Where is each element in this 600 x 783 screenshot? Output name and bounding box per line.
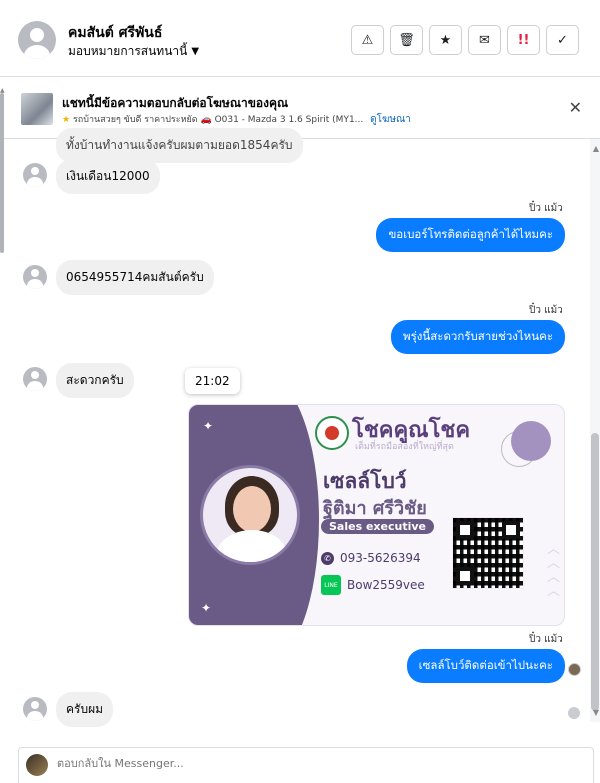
- business-card-image[interactable]: ✦ ✦ โชคคูณโชค เต็มที่รถมือสองที่ใหญ่ที่ส…: [188, 404, 565, 626]
- ad-thumbnail: [21, 93, 53, 125]
- message-bubble-incoming: ทั้งบ้านทำงานแจ้งครับผมตามยอด1854ครับ: [56, 128, 303, 163]
- contact-name[interactable]: คมสันต์ ศรีพันธ์: [68, 22, 162, 44]
- scroll-down-icon[interactable]: ▼: [593, 708, 599, 717]
- priority-icon: !!: [517, 32, 530, 48]
- message-bubble-outgoing: เซลล์โบว์ติดต่อเข้าไปนะคะ: [406, 649, 565, 683]
- scroll-up-icon[interactable]: ▲: [593, 144, 599, 153]
- card-role: Sales executive: [321, 519, 434, 534]
- page-avatar: [26, 754, 48, 776]
- sparkle-icon: ✦: [203, 419, 214, 433]
- header-actions: ⚠ 🗑 ★ ✉ !! ✓: [351, 25, 579, 55]
- card-line-row: LINE Bow2559vee: [321, 575, 425, 595]
- sparkle-icon: ✦: [201, 601, 212, 615]
- caret-down-icon: ▼: [191, 46, 200, 57]
- line-app-icon: LINE: [321, 575, 341, 595]
- message-bubble-outgoing: ขอเบอร์โทรติดต่อลูกค้าได้ไหมคะ: [376, 218, 565, 252]
- mark-done-button[interactable]: ✓: [546, 25, 579, 55]
- seen-avatar: [568, 663, 581, 676]
- ad-banner-subtitle: ★ รถบ้านสวยๆ ขับดี ราคาประหยัด 🚗 O031 - …: [62, 112, 411, 127]
- scrollbar-thumb[interactable]: [591, 433, 599, 711]
- qr-code: [452, 517, 524, 589]
- contact-avatar-small: [23, 367, 47, 391]
- envelope-open-icon: ✉: [479, 32, 490, 48]
- decor-circle: [511, 421, 551, 461]
- chevron-decor-icon: ︿ ︿ ︿ ︿: [546, 542, 560, 599]
- conversation-header: คมสันต์ ศรีพันธ์ มอบหมายการสนทนานี้ ▼ ⚠ …: [0, 0, 600, 77]
- ad-subtitle-text: รถบ้านสวยๆ ขับดี ราคาประหยัด 🚗 O031 - Ma…: [72, 115, 364, 125]
- mark-unread-button[interactable]: ✉: [468, 25, 501, 55]
- delete-button[interactable]: 🗑: [390, 25, 423, 55]
- sender-name: ปิ๋ว แม้ว: [529, 305, 563, 316]
- sender-name: ปิ๋ว แม้ว: [529, 634, 563, 645]
- brand-logo: [315, 416, 349, 450]
- follow-up-button[interactable]: !!: [507, 25, 540, 55]
- contact-avatar[interactable]: [18, 21, 56, 59]
- star-icon: ★: [62, 115, 71, 125]
- assign-conversation-dropdown[interactable]: มอบหมายการสนทนานี้ ▼: [68, 42, 199, 61]
- card-phone: 093-5626394: [340, 551, 421, 565]
- view-ad-link[interactable]: ดูโฆษณา: [370, 114, 411, 125]
- message-bubble-incoming: 0654955714คมสันต์ครับ: [56, 260, 214, 295]
- reply-input[interactable]: [57, 757, 557, 770]
- card-brand-tagline: เต็มที่รถมือสองที่ใหญ่ที่สุด: [355, 442, 454, 452]
- sales-photo: [200, 465, 300, 565]
- assign-label: มอบหมายการสนทนานี้: [68, 44, 188, 58]
- ad-banner-title: แชทนี้มีข้อความตอบกลับต่อโฆษณาของคุณ: [62, 96, 289, 110]
- report-button[interactable]: ⚠: [351, 25, 384, 55]
- contact-avatar-small: [23, 265, 47, 289]
- phone-icon: ✆: [321, 551, 334, 565]
- read-receipt-icon: [568, 707, 580, 719]
- contact-avatar-small: [23, 697, 47, 721]
- contact-avatar-small: [23, 163, 47, 187]
- reply-composer: [18, 747, 594, 783]
- warning-icon: ⚠: [361, 32, 374, 48]
- trash-icon: 🗑: [398, 32, 415, 48]
- close-icon[interactable]: ✕: [569, 98, 582, 117]
- star-button[interactable]: ★: [429, 25, 462, 55]
- message-bubble-outgoing: พรุ่งนี้สะดวกรับสายช่วงไหนคะ: [391, 320, 565, 354]
- message-bubble-incoming: ครับผม: [56, 692, 114, 727]
- sender-name: ปิ๋ว แม้ว: [529, 203, 563, 214]
- check-icon: ✓: [557, 32, 568, 48]
- card-fullname: ฐิติมา ศรีวิชัย: [323, 498, 427, 519]
- message-bubble-incoming: สะดวกครับ: [56, 363, 134, 398]
- card-phone-row: ✆ 093-5626394: [321, 551, 421, 565]
- star-icon: ★: [439, 32, 452, 48]
- card-line-id: Bow2559vee: [347, 578, 425, 592]
- message-bubble-incoming: เงินเดือน12000: [56, 159, 160, 194]
- timestamp-tooltip: 21:02: [185, 368, 240, 394]
